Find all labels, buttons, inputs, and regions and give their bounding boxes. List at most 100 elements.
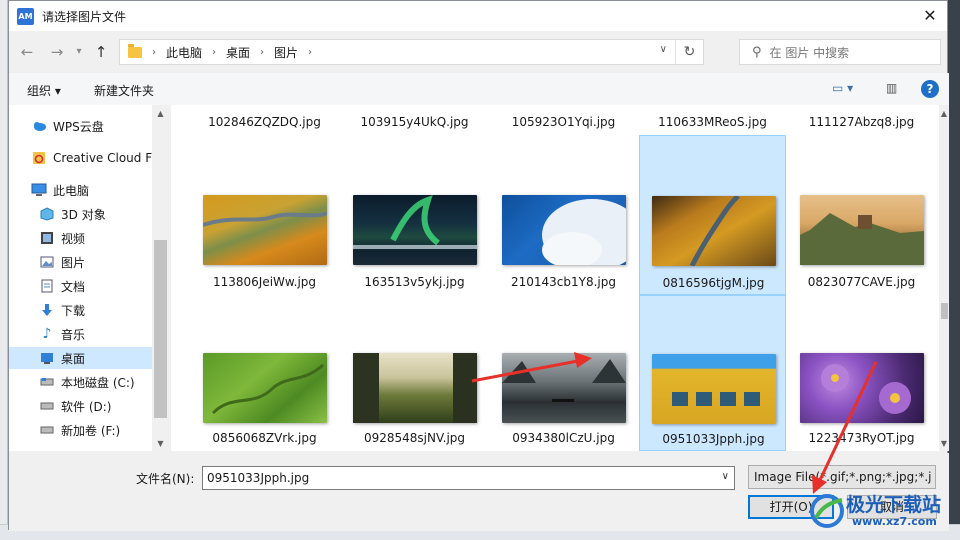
sidebar-item-creative-cloud[interactable]: Creative Cloud Fi bbox=[31, 147, 169, 169]
breadcrumb-item[interactable]: 图片 bbox=[274, 44, 298, 61]
picture-icon bbox=[39, 255, 55, 269]
close-icon[interactable]: ✕ bbox=[919, 5, 941, 27]
forward-arrow-icon[interactable]: → bbox=[49, 42, 65, 62]
file-tile[interactable]: 0928548sjNV.jpg bbox=[341, 295, 488, 451]
background-app-right bbox=[948, 0, 960, 540]
file-tile[interactable]: 110633MReoS.jpg bbox=[639, 105, 786, 133]
file-name: 210143cb1Y8.jpg bbox=[510, 275, 616, 289]
dialog-title: 请选择图片文件 bbox=[42, 9, 127, 24]
watermark-logo-icon bbox=[810, 494, 844, 528]
organize-menu[interactable]: 组织 ▾ bbox=[27, 82, 61, 99]
back-arrow-icon[interactable]: ← bbox=[19, 42, 35, 62]
image-thumbnail bbox=[353, 195, 477, 265]
refresh-icon[interactable]: ↻ bbox=[675, 40, 703, 64]
file-tile[interactable]: 0823077CAVE.jpg bbox=[788, 135, 935, 293]
scroll-up-icon[interactable]: ▲ bbox=[939, 109, 949, 118]
folder-icon bbox=[128, 43, 142, 58]
image-thumbnail bbox=[652, 354, 776, 424]
file-grid-scrollbar[interactable]: ▲ ▼ bbox=[939, 105, 949, 451]
watermark-title: 极光下载站 bbox=[846, 494, 942, 516]
breadcrumb-item[interactable]: 桌面 bbox=[226, 44, 250, 61]
up-arrow-icon[interactable]: ↑ bbox=[93, 42, 109, 62]
breadcrumb-separator: › bbox=[152, 46, 156, 58]
filename-value: 0951033Jpph.jpg bbox=[207, 471, 310, 485]
sidebar-item-label: Creative Cloud Fi bbox=[53, 151, 155, 165]
sidebar-item-label: 3D 对象 bbox=[61, 207, 106, 222]
drive-icon bbox=[39, 423, 55, 437]
cloud-icon bbox=[31, 119, 47, 133]
scroll-up-icon[interactable]: ▲ bbox=[152, 109, 169, 118]
scrollbar-thumb[interactable] bbox=[154, 240, 167, 418]
sidebar-item-downloads[interactable]: 下载 bbox=[39, 299, 169, 321]
search-input[interactable]: ⚲ 在 图片 中搜索 bbox=[739, 39, 941, 65]
file-grid: 102846ZQZDQ.jpg 103915y4UkQ.jpg 105923O1… bbox=[171, 105, 939, 451]
sidebar-item-label: 本地磁盘 (C:) bbox=[61, 375, 135, 390]
image-thumbnail bbox=[800, 195, 924, 265]
sidebar-item-drive-c[interactable]: 本地磁盘 (C:) bbox=[39, 371, 169, 393]
file-tile[interactable]: 102846ZQZDQ.jpg bbox=[191, 105, 338, 133]
recent-locations-chevron-icon[interactable]: ▾ bbox=[73, 42, 85, 62]
sidebar-item-label: 下载 bbox=[61, 303, 86, 318]
file-tile[interactable]: 0856068ZVrk.jpg bbox=[191, 295, 338, 451]
sidebar-item-this-pc[interactable]: 此电脑 bbox=[31, 179, 169, 201]
navigation-pane: WPS云盘 Creative Cloud Fi 此电脑 3D 对象 视频 图片 … bbox=[9, 105, 169, 451]
file-tile[interactable]: 0934380lCzU.jpg bbox=[490, 295, 637, 451]
file-name: 113806JeiWw.jpg bbox=[212, 275, 317, 289]
file-tile[interactable]: 103915y4UkQ.jpg bbox=[341, 105, 488, 133]
scrollbar-thumb[interactable] bbox=[941, 303, 948, 319]
file-name: 110633MReoS.jpg bbox=[658, 115, 767, 129]
breadcrumb-separator: › bbox=[212, 46, 217, 58]
help-icon[interactable]: ? bbox=[921, 80, 939, 98]
sidebar-item-wps-cloud[interactable]: WPS云盘 bbox=[31, 115, 169, 137]
chevron-down-icon[interactable]: ∨ bbox=[722, 471, 729, 482]
sidebar-item-drive-f[interactable]: 新加卷 (F:) bbox=[39, 419, 169, 441]
sidebar-item-label: 音乐 bbox=[61, 327, 86, 342]
filename-input[interactable]: 0951033Jpph.jpg ∨ bbox=[202, 466, 735, 490]
address-bar[interactable]: › 此电脑 › 桌面 › 图片 › ∨ ↻ bbox=[119, 39, 704, 65]
file-tile-selected[interactable]: 0951033Jpph.jpg bbox=[639, 295, 786, 451]
sidebar-item-videos[interactable]: 视频 bbox=[39, 227, 169, 249]
breadcrumb-item[interactable]: 此电脑 bbox=[166, 44, 202, 61]
search-placeholder: 在 图片 中搜索 bbox=[769, 45, 850, 60]
image-thumbnail bbox=[502, 195, 626, 265]
new-folder-button[interactable]: 新建文件夹 bbox=[94, 82, 154, 99]
sidebar-item-label: 图片 bbox=[61, 255, 86, 270]
drive-icon bbox=[39, 375, 55, 389]
file-name: 0856068ZVrk.jpg bbox=[212, 431, 317, 445]
file-open-dialog: AM 请选择图片文件 ✕ ← → ▾ ↑ › 此电脑 › 桌面 › 图片 › ∨… bbox=[8, 0, 949, 531]
file-tile[interactable]: 0816596tjgM.jpg bbox=[639, 135, 786, 295]
image-thumbnail bbox=[203, 195, 327, 265]
preview-pane-icon[interactable]: ▥ bbox=[886, 81, 897, 95]
download-icon bbox=[39, 303, 55, 317]
sidebar-item-desktop[interactable]: 桌面 bbox=[9, 347, 152, 369]
sidebar-item-documents[interactable]: 文档 bbox=[39, 275, 169, 297]
chevron-down-icon[interactable]: ∨ bbox=[660, 44, 667, 55]
file-type-select[interactable]: Image File(*.gif;*.png;*.jpg;*.j bbox=[748, 465, 936, 489]
view-options-icon[interactable]: ▭ ▾ bbox=[832, 81, 853, 95]
file-tile[interactable]: 210143cb1Y8.jpg bbox=[490, 135, 637, 293]
sidebar-item-label: 桌面 bbox=[61, 351, 86, 366]
scroll-down-icon[interactable]: ▼ bbox=[152, 439, 169, 448]
filename-label: 文件名(N): bbox=[136, 472, 195, 486]
file-tile[interactable]: 113806JeiWw.jpg bbox=[191, 135, 338, 293]
sidebar-item-label: WPS云盘 bbox=[53, 119, 104, 134]
watermark-url: www.xz7.com bbox=[852, 515, 937, 528]
file-name: 0928548sjNV.jpg bbox=[363, 431, 466, 445]
app-icon: AM bbox=[17, 7, 34, 25]
scroll-down-icon[interactable]: ▼ bbox=[939, 439, 949, 448]
sidebar-item-pictures[interactable]: 图片 bbox=[39, 251, 169, 273]
sidebar-item-3d-objects[interactable]: 3D 对象 bbox=[39, 203, 169, 225]
sidebar-item-music[interactable]: ♪ 音乐 bbox=[39, 323, 169, 345]
file-tile[interactable]: 163513v5ykj.jpg bbox=[341, 135, 488, 293]
sidebar-item-label: 视频 bbox=[61, 231, 86, 246]
file-tile[interactable]: 111127Abzq8.jpg bbox=[788, 105, 935, 133]
sidebar-scrollbar[interactable]: ▲ ▼ bbox=[152, 105, 169, 451]
file-name: 111127Abzq8.jpg bbox=[808, 115, 915, 129]
file-tile[interactable]: 105923O1Yqi.jpg bbox=[490, 105, 637, 133]
sidebar-item-label: 文档 bbox=[61, 279, 86, 294]
file-tile[interactable]: 1223473RyOT.jpg bbox=[788, 295, 935, 451]
sidebar-item-drive-d[interactable]: 软件 (D:) bbox=[39, 395, 169, 417]
image-thumbnail bbox=[800, 353, 924, 423]
file-name: 102846ZQZDQ.jpg bbox=[208, 115, 321, 129]
sidebar-item-label: 此电脑 bbox=[53, 183, 90, 198]
